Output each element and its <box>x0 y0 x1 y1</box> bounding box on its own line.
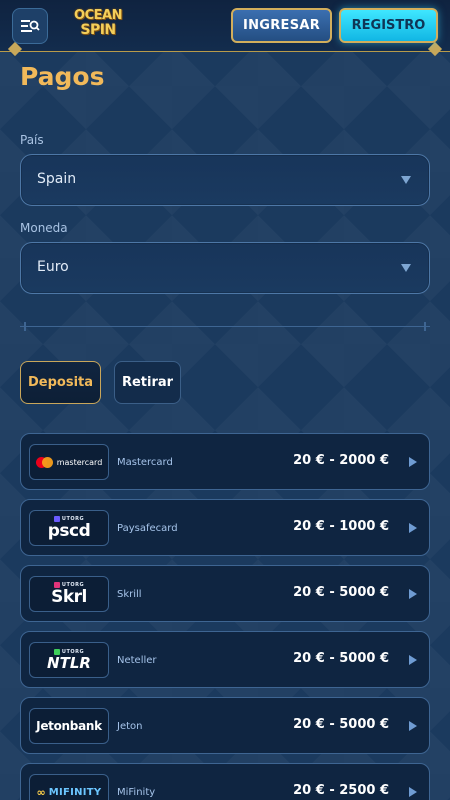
chevron-down-icon <box>401 264 411 272</box>
logo-line-2: SPIN <box>80 22 116 38</box>
payment-logo-text: Skrl <box>51 587 87 607</box>
chevron-right-icon <box>409 589 417 599</box>
mifinity-logo: ∞ MIFINITY <box>29 774 109 800</box>
country-label: País <box>20 133 44 147</box>
payment-range: 20 € - 5000 € <box>293 651 389 666</box>
payment-range: 20 € - 5000 € <box>293 585 389 600</box>
top-header: OCEAN SPIN INGRESAR REGISTRO <box>0 0 450 57</box>
payment-row-mifinity[interactable]: ∞ MIFINITY MiFinity 20 € - 2500 € <box>20 763 430 800</box>
logo-line-1: OCEAN <box>74 8 122 23</box>
skrill-logo: UTORG Skrl <box>29 576 109 612</box>
payment-logo-text: pscd <box>47 521 91 541</box>
payment-range: 20 € - 2000 € <box>293 453 389 468</box>
chevron-down-icon <box>401 176 411 184</box>
payment-name: MiFinity <box>117 787 156 798</box>
chevron-right-icon <box>409 457 417 467</box>
paysafecard-logo: UTORG pscd <box>29 510 109 546</box>
currency-value: Euro <box>37 259 69 275</box>
chevron-right-icon <box>409 787 417 797</box>
section-divider <box>20 322 430 331</box>
country-select[interactable]: Spain <box>20 154 430 206</box>
jetonbank-logo: Jetonbank <box>29 708 109 744</box>
payment-name: Paysafecard <box>117 523 178 534</box>
tab-deposit[interactable]: Deposita <box>20 361 101 404</box>
chevron-right-icon <box>409 721 417 731</box>
payment-range: 20 € - 1000 € <box>293 519 389 534</box>
payment-name: Jeton <box>117 721 143 732</box>
menu-search-icon <box>21 20 40 32</box>
payment-row-skrill[interactable]: UTORG Skrl Skrill 20 € - 5000 € <box>20 565 430 622</box>
payment-row-mastercard[interactable]: mastercard Mastercard 20 € - 2000 € <box>20 433 430 490</box>
chevron-right-icon <box>409 523 417 533</box>
tab-withdraw[interactable]: Retirar <box>114 361 181 404</box>
currency-select[interactable]: Euro <box>20 242 430 294</box>
ocean-spin-logo[interactable]: OCEAN SPIN <box>68 9 128 45</box>
payment-range: 20 € - 5000 € <box>293 717 389 732</box>
header-ornament-right <box>427 41 443 57</box>
neteller-logo: UTORG NTLR <box>29 642 109 678</box>
chevron-right-icon <box>409 655 417 665</box>
mifinity-infinity-icon: ∞ <box>36 785 46 799</box>
payment-logo-text: MIFINITY <box>48 786 102 798</box>
register-button[interactable]: REGISTRO <box>339 8 438 43</box>
payment-logo-text: Jetonbank <box>36 719 102 733</box>
page-title: Pagos <box>20 62 105 91</box>
payment-range: 20 € - 2500 € <box>293 783 389 798</box>
country-value: Spain <box>37 171 77 187</box>
payment-row-paysafecard[interactable]: UTORG pscd Paysafecard 20 € - 1000 € <box>20 499 430 556</box>
currency-label: Moneda <box>20 221 68 235</box>
payment-name: Neteller <box>117 655 157 666</box>
mastercard-circles-icon <box>35 456 53 468</box>
menu-button[interactable] <box>12 8 48 44</box>
payment-row-jeton[interactable]: Jetonbank Jeton 20 € - 5000 € <box>20 697 430 754</box>
payment-name: Mastercard <box>117 457 173 468</box>
mastercard-logo: mastercard <box>29 444 109 480</box>
payment-logo-text: mastercard <box>56 457 103 467</box>
payment-name: Skrill <box>117 589 142 600</box>
header-ornament-left <box>7 41 23 57</box>
login-button[interactable]: INGRESAR <box>231 8 332 43</box>
payment-row-neteller[interactable]: UTORG NTLR Neteller 20 € - 5000 € <box>20 631 430 688</box>
payment-logo-text: NTLR <box>47 654 91 672</box>
